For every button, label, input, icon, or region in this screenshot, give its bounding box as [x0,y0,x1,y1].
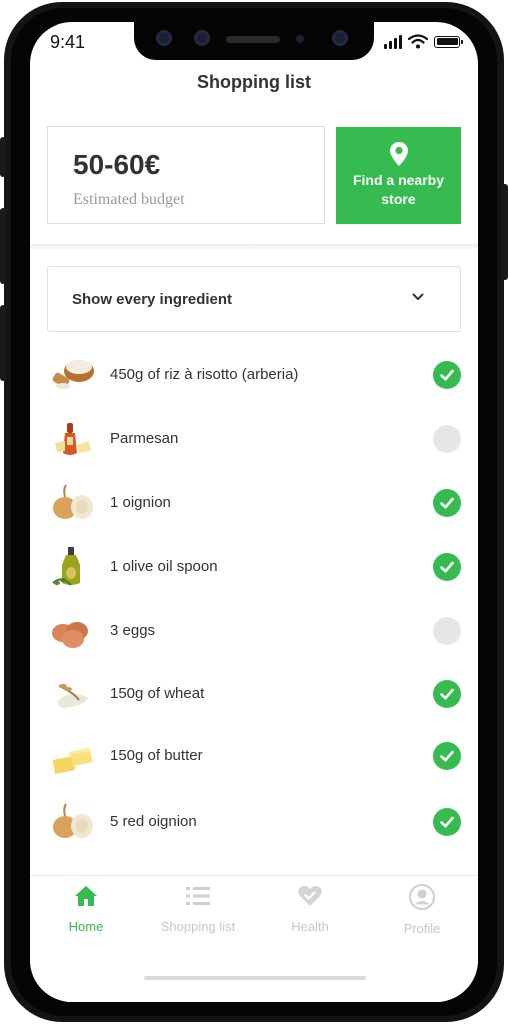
ingredient-filter-dropdown[interactable]: Show every ingredient [47,266,461,332]
status-icons [384,34,463,49]
signal-icon [384,34,402,49]
page-title: Shopping list [197,72,311,92]
chevron-down-icon [412,293,424,300]
profile-icon [409,884,435,910]
find-nearby-store-button[interactable]: Find a nearby store [336,127,461,224]
ingredient-row[interactable]: 3 eggs [47,605,461,657]
wifi-icon [408,34,428,49]
battery-icon [434,35,463,48]
tab-label: Home [68,919,104,934]
budget-card: 50-60€ Estimated budget [47,126,325,224]
checked-checkbox[interactable] [433,680,461,708]
checkmark-icon [440,369,454,381]
volume-up-button [0,208,6,284]
location-pin-icon [389,142,408,166]
onion-icon [53,484,93,519]
ingredient-row[interactable]: Parmesan [47,413,461,465]
heart-check-icon [298,885,322,906]
notch [134,22,374,60]
screen: 9:41 Shopping list 50-60€ Estimated budg… [30,22,478,1002]
home-indicator [144,976,366,980]
proximity-sensor [296,35,304,43]
tab-profile[interactable]: Profile [366,884,478,936]
ingredient-row[interactable]: 1 olive oil spoon [47,541,461,593]
ingredient-name: 1 oignion [110,494,171,511]
tab-label: Shopping list [160,919,236,934]
eggs-icon [52,622,88,648]
list-icon [186,887,210,905]
ingredient-row[interactable]: 5 red oignion [47,796,461,848]
tab-home[interactable]: Home [30,884,142,934]
ingredient-name: 150g of butter [110,747,203,764]
tab-shopping-list[interactable]: Shopping list [142,884,254,934]
sensor-icon [156,30,172,46]
checked-checkbox[interactable] [433,489,461,517]
butter-icon [53,748,93,774]
ingredient-name: 1 olive oil spoon [110,558,218,575]
budget-label: Estimated budget [73,191,185,208]
ingredient-row[interactable]: 150g of butter [47,730,461,782]
tab-bar: Home Shopping list Health Profile [30,875,478,1002]
ingredient-name: 150g of wheat [110,685,205,702]
ingredient-name: Parmesan [110,430,179,447]
checkmark-icon [440,816,454,828]
sensor-icon [194,30,210,46]
volume-down-button [0,305,6,381]
mute-switch [0,137,6,177]
checked-checkbox[interactable] [433,808,461,836]
rice-bowl-icon [52,360,94,389]
front-camera-icon [332,30,348,46]
dropdown-label: Show every ingredient [72,291,233,308]
power-button [501,184,508,280]
tab-health[interactable]: Health [254,884,366,934]
olive-oil-icon [52,547,80,586]
unchecked-checkbox[interactable] [433,425,461,453]
tab-label: Profile [403,921,441,936]
ingredient-name: 450g of riz à risotto (arberia) [110,366,299,383]
find-store-label: Find a nearby store [352,172,445,207]
budget-value: 50-60€ [73,149,161,180]
red-onion-icon [53,803,93,838]
checkmark-icon [440,561,454,573]
checkmark-icon [440,750,454,762]
ingredient-row[interactable]: 450g of riz à risotto (arberia) [47,349,461,401]
ingredient-row[interactable]: 1 oignion [47,477,461,529]
home-icon [75,886,97,906]
checkmark-icon [440,688,454,700]
wheat-flour-icon [57,684,89,708]
speaker [226,36,280,43]
checked-checkbox[interactable] [433,361,461,389]
ingredient-name: 5 red oignion [110,813,197,830]
unchecked-checkbox[interactable] [433,617,461,645]
ingredient-row[interactable]: 150g of wheat [47,668,461,720]
status-time: 9:41 [50,32,86,52]
tab-label: Health [291,919,329,934]
ingredient-name: 3 eggs [110,622,156,639]
cheese-icon [55,423,91,455]
checkmark-icon [440,497,454,509]
checked-checkbox[interactable] [433,553,461,581]
divider [30,244,478,250]
checked-checkbox[interactable] [433,742,461,770]
